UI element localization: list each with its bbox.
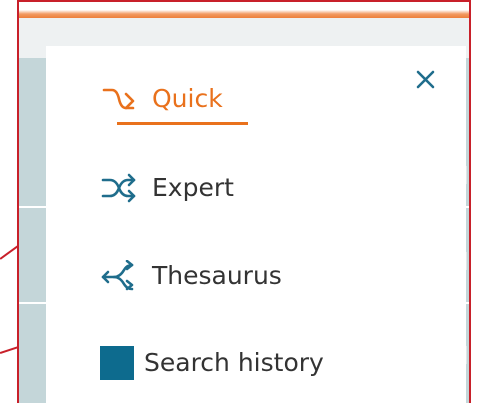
search-mode-quick[interactable]: Quick <box>100 84 223 114</box>
search-mode-label: Quick <box>152 84 223 113</box>
search-mode-expert[interactable]: Expert <box>100 172 234 204</box>
search-mode-label: Search history <box>144 348 324 377</box>
active-underline <box>117 122 248 125</box>
quick-arrow-icon <box>102 88 135 110</box>
search-mode-label: Thesaurus <box>152 261 282 290</box>
close-button[interactable] <box>412 66 440 94</box>
shuffle-arrows-icon <box>101 173 136 203</box>
accent-bar <box>19 2 469 18</box>
search-history[interactable]: Search history <box>100 346 324 380</box>
search-mode-label: Expert <box>152 173 234 202</box>
search-mode-menu: Quick Expert Thesaurus Search history <box>46 46 466 403</box>
close-icon <box>416 70 435 89</box>
square-icon <box>100 346 134 380</box>
background-column <box>19 58 47 403</box>
merge-arrows-icon <box>101 260 134 291</box>
search-mode-thesaurus[interactable]: Thesaurus <box>100 260 282 292</box>
